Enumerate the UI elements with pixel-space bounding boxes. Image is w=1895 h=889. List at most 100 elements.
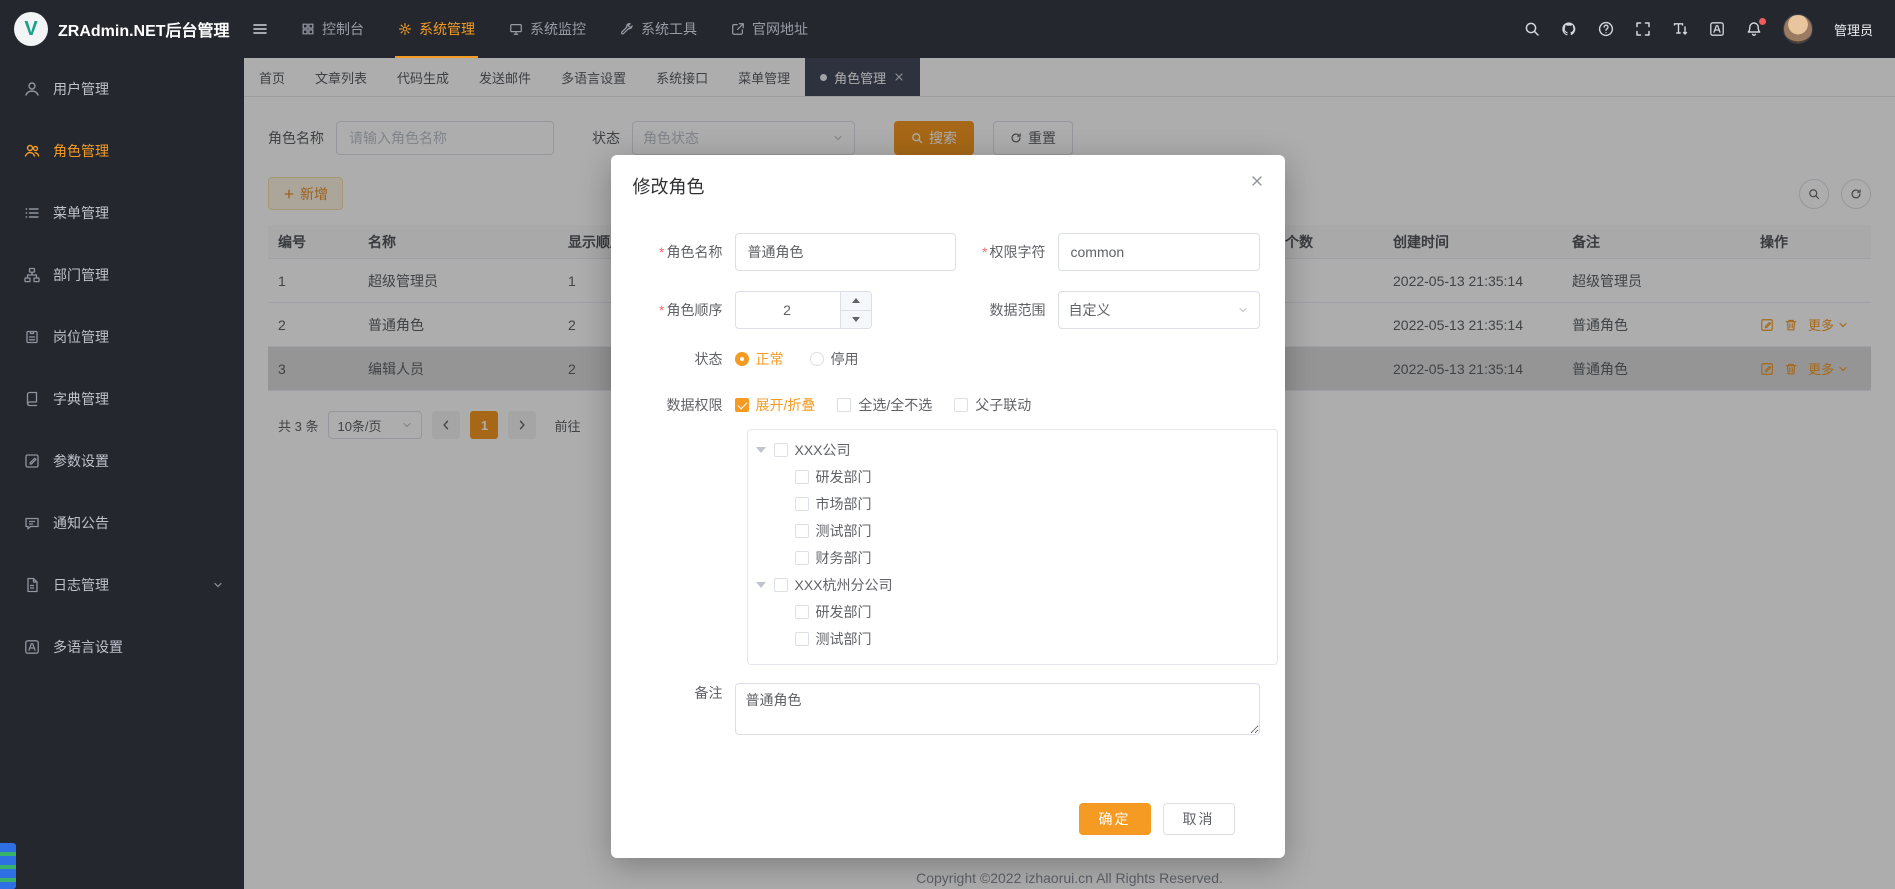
logo-area[interactable]: V ZRAdmin.NET后台管理 — [0, 12, 244, 46]
perm-char-input[interactable] — [1058, 233, 1260, 271]
font-size-icon[interactable] — [1672, 21, 1688, 37]
sidebar-item-departments[interactable]: 部门管理 — [0, 244, 244, 306]
tree-node-label: XXX公司 — [795, 440, 851, 460]
tree-node-child[interactable]: 测试部门 — [748, 517, 1277, 544]
sidebar-item-label: 菜单管理 — [53, 203, 109, 223]
parent-child-link-checkbox[interactable] — [954, 398, 968, 412]
tree-node-child[interactable]: 市场部门 — [748, 490, 1277, 517]
sidebar-item-label: 字典管理 — [53, 389, 109, 409]
parent-child-link-label[interactable]: 父子联动 — [975, 395, 1031, 415]
hamburger-icon[interactable] — [252, 21, 268, 37]
status-radio-disabled[interactable] — [810, 352, 824, 366]
dialog-close-icon[interactable] — [1249, 173, 1265, 189]
sidebar-item-languages[interactable]: 多语言设置 — [0, 616, 244, 678]
tree-node-checkbox[interactable] — [795, 551, 809, 565]
roles-icon — [24, 143, 40, 159]
external-link-icon — [731, 22, 745, 36]
sidebar-item-posts[interactable]: 岗位管理 — [0, 306, 244, 368]
edit-role-dialog: 修改角色 *角色名称 *权限字符 *角色顺序 2 — [611, 155, 1285, 858]
tree-node-checkbox[interactable] — [795, 524, 809, 538]
tree-node-parent[interactable]: XXX公司 — [748, 436, 1277, 463]
document-icon — [24, 577, 40, 593]
data-scope-label: 数据范围 — [959, 300, 1058, 320]
org-tree-icon — [24, 267, 40, 283]
status-radio-normal[interactable] — [735, 352, 749, 366]
status-radio-normal-label[interactable]: 正常 — [756, 349, 784, 369]
role-name-input[interactable] — [735, 233, 956, 271]
select-all-checkbox[interactable] — [837, 398, 851, 412]
github-icon[interactable] — [1561, 21, 1577, 37]
nav-item-label: 系统管理 — [419, 19, 475, 39]
sidebar-item-label: 角色管理 — [53, 141, 109, 161]
stepper-up-button[interactable] — [841, 292, 871, 311]
monitor-icon — [509, 22, 523, 36]
tree-node-child[interactable]: 测试部门 — [748, 625, 1277, 652]
sidebar-item-label: 部门管理 — [53, 265, 109, 285]
dialog-footer: 确定 取消 — [633, 803, 1260, 835]
expand-collapse-checkbox[interactable] — [735, 398, 749, 412]
sidebar-item-label: 多语言设置 — [53, 637, 123, 657]
sidebar-item-menus[interactable]: 菜单管理 — [0, 182, 244, 244]
sidebar-item-users[interactable]: 用户管理 — [0, 58, 244, 120]
sidebar-item-label: 日志管理 — [53, 575, 109, 595]
tree-node-checkbox[interactable] — [795, 605, 809, 619]
tree-expand-caret[interactable] — [756, 447, 766, 458]
sidebar-item-logs[interactable]: 日志管理 — [0, 554, 244, 616]
perm-char-label: *权限字符 — [959, 242, 1058, 262]
tree-node-label: 财务部门 — [816, 548, 872, 568]
nav-item-website[interactable]: 官网地址 — [714, 0, 825, 58]
tree-node-checkbox[interactable] — [774, 443, 788, 457]
gear-icon — [398, 22, 412, 36]
tree-node-child[interactable]: 研发部门 — [748, 463, 1277, 490]
permission-tree: XXX公司 研发部门 市场部门 测试部门 财务部门 XXX杭州分公司 — [747, 429, 1278, 665]
tree-node-label: XXX杭州分公司 — [795, 575, 893, 595]
tools-icon — [620, 22, 634, 36]
sidebar-item-dictionary[interactable]: 字典管理 — [0, 368, 244, 430]
sidebar-item-parameters[interactable]: 参数设置 — [0, 430, 244, 492]
confirm-button[interactable]: 确定 — [1079, 803, 1151, 835]
remark-textarea[interactable]: 普通角色 — [735, 683, 1260, 735]
role-order-label: *角色顺序 — [633, 300, 735, 320]
tree-node-label: 研发部门 — [816, 602, 872, 622]
sidebar-item-roles[interactable]: 角色管理 — [0, 120, 244, 182]
cancel-button[interactable]: 取消 — [1163, 803, 1235, 835]
tree-node-child[interactable]: 财务部门 — [748, 544, 1277, 571]
search-icon[interactable] — [1524, 21, 1540, 37]
sidebar: 用户管理 角色管理 菜单管理 部门管理 岗位管理 字典管理 参数设置 通知公告 … — [0, 58, 244, 889]
expand-collapse-label[interactable]: 展开/折叠 — [756, 395, 816, 415]
required-star: * — [982, 244, 987, 260]
tree-node-checkbox[interactable] — [774, 578, 788, 592]
notification-badge — [1759, 18, 1766, 25]
select-all-label[interactable]: 全选/全不选 — [858, 395, 932, 415]
nav-item-system-admin[interactable]: 系统管理 — [381, 0, 492, 58]
language-icon[interactable] — [1709, 21, 1725, 37]
console-icon — [301, 22, 315, 36]
tree-node-checkbox[interactable] — [795, 497, 809, 511]
sidebar-item-notices[interactable]: 通知公告 — [0, 492, 244, 554]
role-order-stepper[interactable]: 2 — [735, 291, 872, 329]
avatar[interactable] — [1783, 14, 1813, 44]
tree-node-checkbox[interactable] — [795, 632, 809, 646]
menu-list-icon — [24, 205, 40, 221]
chevron-down-icon — [1237, 304, 1249, 316]
tree-node-checkbox[interactable] — [795, 470, 809, 484]
nav-item-system-monitor[interactable]: 系统监控 — [492, 0, 603, 58]
fullscreen-icon[interactable] — [1635, 21, 1651, 37]
data-permission-label: 数据权限 — [633, 395, 735, 415]
role-name-label: *角色名称 — [633, 242, 735, 262]
user-name[interactable]: 管理员 — [1834, 20, 1873, 39]
tree-node-parent[interactable]: XXX杭州分公司 — [748, 571, 1277, 598]
bell-icon[interactable] — [1746, 21, 1762, 37]
nav-item-console[interactable]: 控制台 — [284, 0, 381, 58]
tree-node-child[interactable]: 研发部门 — [748, 598, 1277, 625]
required-star: * — [659, 244, 664, 260]
nav-item-system-tools[interactable]: 系统工具 — [603, 0, 714, 58]
tree-node-label: 测试部门 — [816, 629, 872, 649]
status-radio-disabled-label[interactable]: 停用 — [831, 349, 859, 369]
corner-widget — [0, 843, 16, 889]
tree-expand-caret[interactable] — [756, 582, 766, 593]
stepper-down-button[interactable] — [841, 311, 871, 329]
data-scope-select[interactable]: 自定义 — [1058, 291, 1260, 329]
translate-icon — [24, 639, 40, 655]
help-icon[interactable] — [1598, 21, 1614, 37]
